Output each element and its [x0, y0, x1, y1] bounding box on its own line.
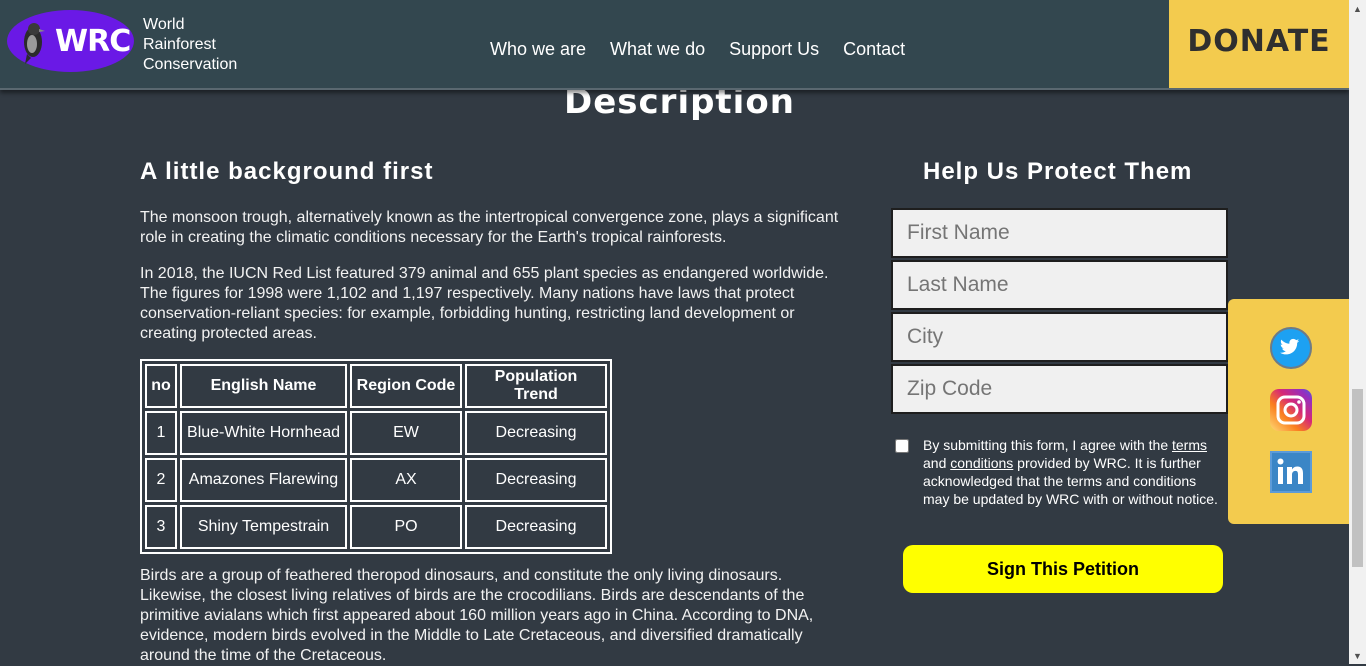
column-header-population-trend: Population Trend — [465, 364, 607, 408]
form-heading: Help Us Protect Them — [923, 158, 1193, 185]
nav-what-we-do[interactable]: What we do — [610, 39, 705, 60]
table-cell: Shiny Tempestrain — [180, 505, 347, 549]
paragraph-monsoon: The monsoon trough, alternatively known … — [140, 209, 839, 246]
paragraph-birds: Birds are a group of feathered theropod … — [140, 567, 814, 664]
table-row: 3 Shiny Tempestrain PO Decreasing — [145, 505, 607, 549]
scroll-down-arrow-icon[interactable]: ▼ — [1349, 647, 1366, 664]
logo-text: WRC — [55, 24, 131, 59]
table-row: 2 Amazones Flarewing AX Decreasing — [145, 458, 607, 502]
nav-contact[interactable]: Contact — [843, 39, 905, 60]
consent-text: By submitting this form, I agree with th… — [923, 436, 1225, 508]
table-cell: Blue-White Hornhead — [180, 411, 347, 455]
scroll-up-arrow-icon[interactable]: ▲ — [1349, 0, 1366, 17]
site-header: WRC World Rainforest Conservation Who we… — [0, 0, 1349, 90]
instagram-icon[interactable] — [1270, 389, 1312, 431]
org-name-line: Conservation — [143, 56, 238, 73]
paragraph-iucn: In 2018, the IUCN Red List featured 379 … — [140, 265, 829, 342]
sign-petition-button[interactable]: Sign This Petition — [903, 545, 1223, 593]
consent-checkbox[interactable] — [895, 439, 909, 453]
column-header-region-code: Region Code — [350, 364, 462, 408]
table-cell: AX — [350, 458, 462, 502]
main-nav: Who we are What we do Support Us Contact — [490, 39, 905, 60]
table-header-row: no English Name Region Code Population T… — [145, 364, 607, 408]
table-cell: Decreasing — [465, 411, 607, 455]
column-header-english-name: English Name — [180, 364, 347, 408]
terms-link[interactable]: terms — [1172, 437, 1207, 453]
site-logo[interactable]: WRC — [7, 10, 134, 72]
org-name-line: World — [143, 16, 185, 33]
species-table: no English Name Region Code Population T… — [140, 359, 612, 554]
social-panel — [1228, 299, 1349, 524]
table-cell: 3 — [145, 505, 177, 549]
first-name-field[interactable] — [891, 208, 1228, 258]
table-cell: 2 — [145, 458, 177, 502]
table-cell: Amazones Flarewing — [180, 458, 347, 502]
zip-code-field[interactable] — [891, 364, 1228, 414]
table-row: 1 Blue-White Hornhead EW Decreasing — [145, 411, 607, 455]
nav-support-us[interactable]: Support Us — [729, 39, 819, 60]
last-name-field[interactable] — [891, 260, 1228, 310]
nav-who-we-are[interactable]: Who we are — [490, 39, 586, 60]
table-cell: 1 — [145, 411, 177, 455]
table-cell: Decreasing — [465, 458, 607, 502]
table-cell: EW — [350, 411, 462, 455]
linkedin-glyph — [1277, 458, 1303, 484]
column-header-no: no — [145, 364, 177, 408]
conditions-link[interactable]: conditions — [950, 455, 1013, 471]
page-scrollbar[interactable]: ▲ ▼ — [1349, 0, 1366, 664]
background-heading: A little background first — [140, 158, 434, 185]
twitter-icon[interactable] — [1270, 327, 1312, 369]
consent-text-part: By submitting this form, I agree with th… — [923, 437, 1172, 453]
donate-button[interactable]: DONATE — [1169, 0, 1349, 88]
bird-icon — [24, 23, 45, 64]
linkedin-icon[interactable] — [1270, 451, 1312, 493]
city-field[interactable] — [891, 312, 1228, 362]
table-cell: PO — [350, 505, 462, 549]
org-name: World Rainforest Conservation — [143, 15, 237, 75]
scrollbar-thumb[interactable] — [1352, 389, 1363, 567]
consent-text-part: and — [923, 455, 951, 471]
table-cell: Decreasing — [465, 505, 607, 549]
org-name-line: Rainforest — [143, 36, 216, 53]
